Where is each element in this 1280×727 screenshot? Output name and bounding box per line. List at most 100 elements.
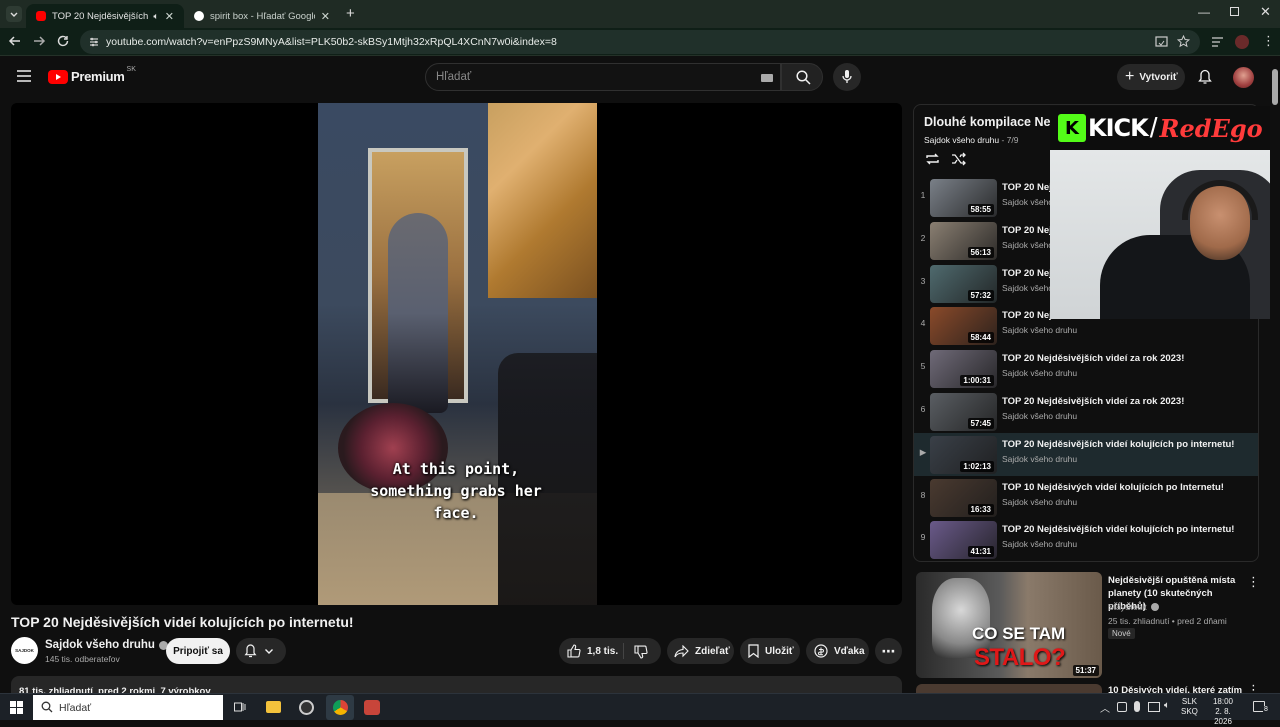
notifications-bell-icon[interactable]	[1198, 69, 1212, 85]
cast-icon[interactable]	[1155, 36, 1168, 48]
chrome-icon	[333, 700, 348, 715]
search-input[interactable]: Hľadať	[425, 63, 781, 91]
playlist-item[interactable]: 9 41:31 TOP 20 Nejděsivějších videí kolují…	[914, 518, 1258, 561]
video-person	[388, 213, 448, 413]
reading-list-icon[interactable]	[1211, 36, 1224, 48]
page-scrollbar[interactable]	[1270, 57, 1280, 693]
tray-chevron-up-icon[interactable]: ︿	[1100, 700, 1110, 715]
site-info-icon[interactable]	[88, 36, 100, 48]
tab-youtube[interactable]: TOP 20 Nejděsivějších videí 🔈︎ ✕	[26, 4, 184, 28]
playlist-item[interactable]: 5 1:00:31 TOP 20 Nejděsivějších videí za r…	[914, 347, 1258, 390]
more-vertical-icon[interactable]: ⋮	[1247, 574, 1260, 590]
taskbar-search-input[interactable]: Hľadať	[33, 695, 223, 720]
playlist-item[interactable]: 6 57:45 TOP 20 Nejděsivějších videí za rok…	[914, 390, 1258, 433]
close-tab-icon[interactable]: ✕	[165, 10, 174, 23]
minimize-button[interactable]: —	[1198, 5, 1210, 19]
voice-search-button[interactable]	[833, 63, 861, 91]
browser-tab-strip: TOP 20 Nejděsivějších videí 🔈︎ ✕ spirit …	[0, 0, 1280, 28]
recommended-title: 10 Děsivých videí, které zatím	[1108, 685, 1243, 693]
overlay-name: RedEgo	[1159, 113, 1263, 143]
more-actions-button[interactable]: ⋯	[875, 638, 902, 664]
file-explorer-icon[interactable]	[266, 701, 281, 713]
channel-name[interactable]: Sajdok všeho druhu	[45, 639, 168, 651]
keyboard-icon[interactable]	[761, 74, 773, 82]
chrome-taskbar-icon[interactable]	[326, 695, 354, 720]
playlist-item-index: 8	[920, 489, 926, 500]
tray-volume-icon[interactable]: 🔈︎	[1164, 700, 1170, 711]
playlist-item-title: TOP 20 Nejděsivějších videí za rok 2023!	[1002, 353, 1185, 365]
app-icon-misc[interactable]	[364, 700, 380, 715]
playlist-item-channel: Sajdok všeho druhu	[1002, 453, 1078, 464]
like-button[interactable]: 1,8 tis.	[559, 638, 661, 664]
recommended-channel-name: StaySteak	[1108, 602, 1147, 612]
thumbs-down-icon[interactable]	[634, 645, 648, 659]
notification-bell-button[interactable]	[236, 638, 286, 664]
close-tab-icon[interactable]: ✕	[321, 10, 330, 23]
account-avatar[interactable]	[1233, 67, 1254, 88]
playlist-channel[interactable]: Sajdok všeho druhu	[924, 135, 999, 145]
windows-start-icon[interactable]	[10, 701, 23, 714]
chevron-down-icon	[265, 649, 273, 654]
back-button[interactable]	[8, 34, 22, 48]
plus-icon: +	[1125, 68, 1135, 85]
tray-mic-icon[interactable]	[1134, 701, 1140, 712]
thumb-text-1: CO SE TAM	[972, 624, 1066, 643]
playlist-item-current[interactable]: ▶ 1:02:13 TOP 20 Nejděsivějších videí kolu…	[914, 432, 1258, 476]
browser-menu-icon[interactable]: ⋮	[1262, 33, 1275, 49]
address-bar[interactable]: youtube.com/watch?v=enPpzS9MNyA&list=PLK…	[80, 30, 1200, 54]
reload-button[interactable]	[56, 34, 70, 48]
description-box[interactable]: 81 tis. zhliadnutí pred 2 rokmi 7 výrobk…	[11, 676, 902, 697]
create-button[interactable]: + Vytvoriť	[1117, 64, 1185, 90]
share-button[interactable]: Zdieľať	[667, 638, 734, 664]
playlist-item-thumbnail: 1:00:31	[930, 350, 997, 389]
app-icon-obs[interactable]	[299, 700, 314, 715]
tray-app-icon[interactable]	[1117, 702, 1127, 712]
chevron-down-icon	[10, 12, 18, 17]
lang-primary: SLK	[1181, 697, 1198, 706]
shuffle-icon[interactable]	[951, 152, 966, 166]
clock[interactable]: 18:00 2. 8. 2026	[1206, 697, 1240, 727]
video-player[interactable]: At this point, something grabs her face.	[11, 103, 902, 605]
playlist-item-channel: Sajdok všeho	[1002, 282, 1054, 293]
tab-search-dropdown[interactable]	[6, 6, 22, 22]
hamburger-menu-icon[interactable]	[17, 70, 31, 82]
task-view-icon[interactable]	[234, 701, 246, 713]
search-button[interactable]	[781, 63, 823, 91]
clock-time: 18:00	[1212, 697, 1234, 706]
scrollbar-thumb[interactable]	[1272, 69, 1278, 105]
input-language[interactable]: SLK SKQ	[1181, 697, 1198, 717]
profile-avatar[interactable]	[1235, 35, 1249, 49]
channel-avatar[interactable]: SAJDOK	[11, 637, 38, 664]
restore-button[interactable]	[1230, 7, 1239, 16]
bookmark-star-icon[interactable]	[1177, 35, 1190, 48]
tab-google[interactable]: spirit box - Hľadať Googlom ✕	[184, 4, 340, 28]
recommended-channel[interactable]: StaySteak	[1108, 602, 1159, 612]
more-horizontal-icon: ⋯	[881, 642, 896, 659]
browser-toolbar: youtube.com/watch?v=enPpzS9MNyA&list=PLK…	[0, 28, 1280, 56]
youtube-logo[interactable]: Premium SK	[48, 66, 136, 84]
bookmark-icon	[748, 644, 759, 658]
loop-icon[interactable]	[925, 152, 940, 166]
close-window-button[interactable]: ✕	[1260, 4, 1271, 20]
join-button[interactable]: Pripojiť sa	[166, 638, 230, 664]
forward-button[interactable]	[32, 34, 46, 48]
like-count: 1,8 tis.	[587, 645, 619, 657]
tray-network-icon[interactable]	[1148, 702, 1160, 712]
thanks-button[interactable]: Vďaka	[806, 638, 869, 664]
like-divider	[623, 643, 624, 659]
playlist-item[interactable]: 8 16:33 TOP 10 Nejděsivých videí kolujícíc…	[914, 476, 1258, 519]
more-vertical-icon[interactable]: ⋮	[1247, 684, 1260, 693]
speaker-icon[interactable]: 🔈︎	[153, 11, 158, 22]
recommended-item[interactable]: 10 Děsivých videí, které zatím ⋮	[916, 684, 1260, 693]
recommended-item[interactable]: CO SE TAM STALO? 51:37 Nejděsivější opuš…	[916, 572, 1260, 678]
duration-badge: 16:33	[967, 503, 994, 515]
playlist-item-index: 6	[920, 404, 926, 414]
playlist-item-title: TOP 20 Nejděsivějších videí kolujících p…	[1002, 524, 1235, 536]
video-frame	[318, 103, 597, 605]
notification-count: 8	[1263, 706, 1269, 713]
playlist-item-index: 5	[920, 361, 926, 372]
playlist-title[interactable]: Dlouhé kompilace Ne	[924, 115, 1050, 129]
playlist-item-title: TOP 10 Nejděsivých videí kolujících po I…	[1002, 481, 1224, 493]
save-button[interactable]: Uložiť	[740, 638, 800, 664]
new-tab-button[interactable]: +	[346, 5, 355, 22]
